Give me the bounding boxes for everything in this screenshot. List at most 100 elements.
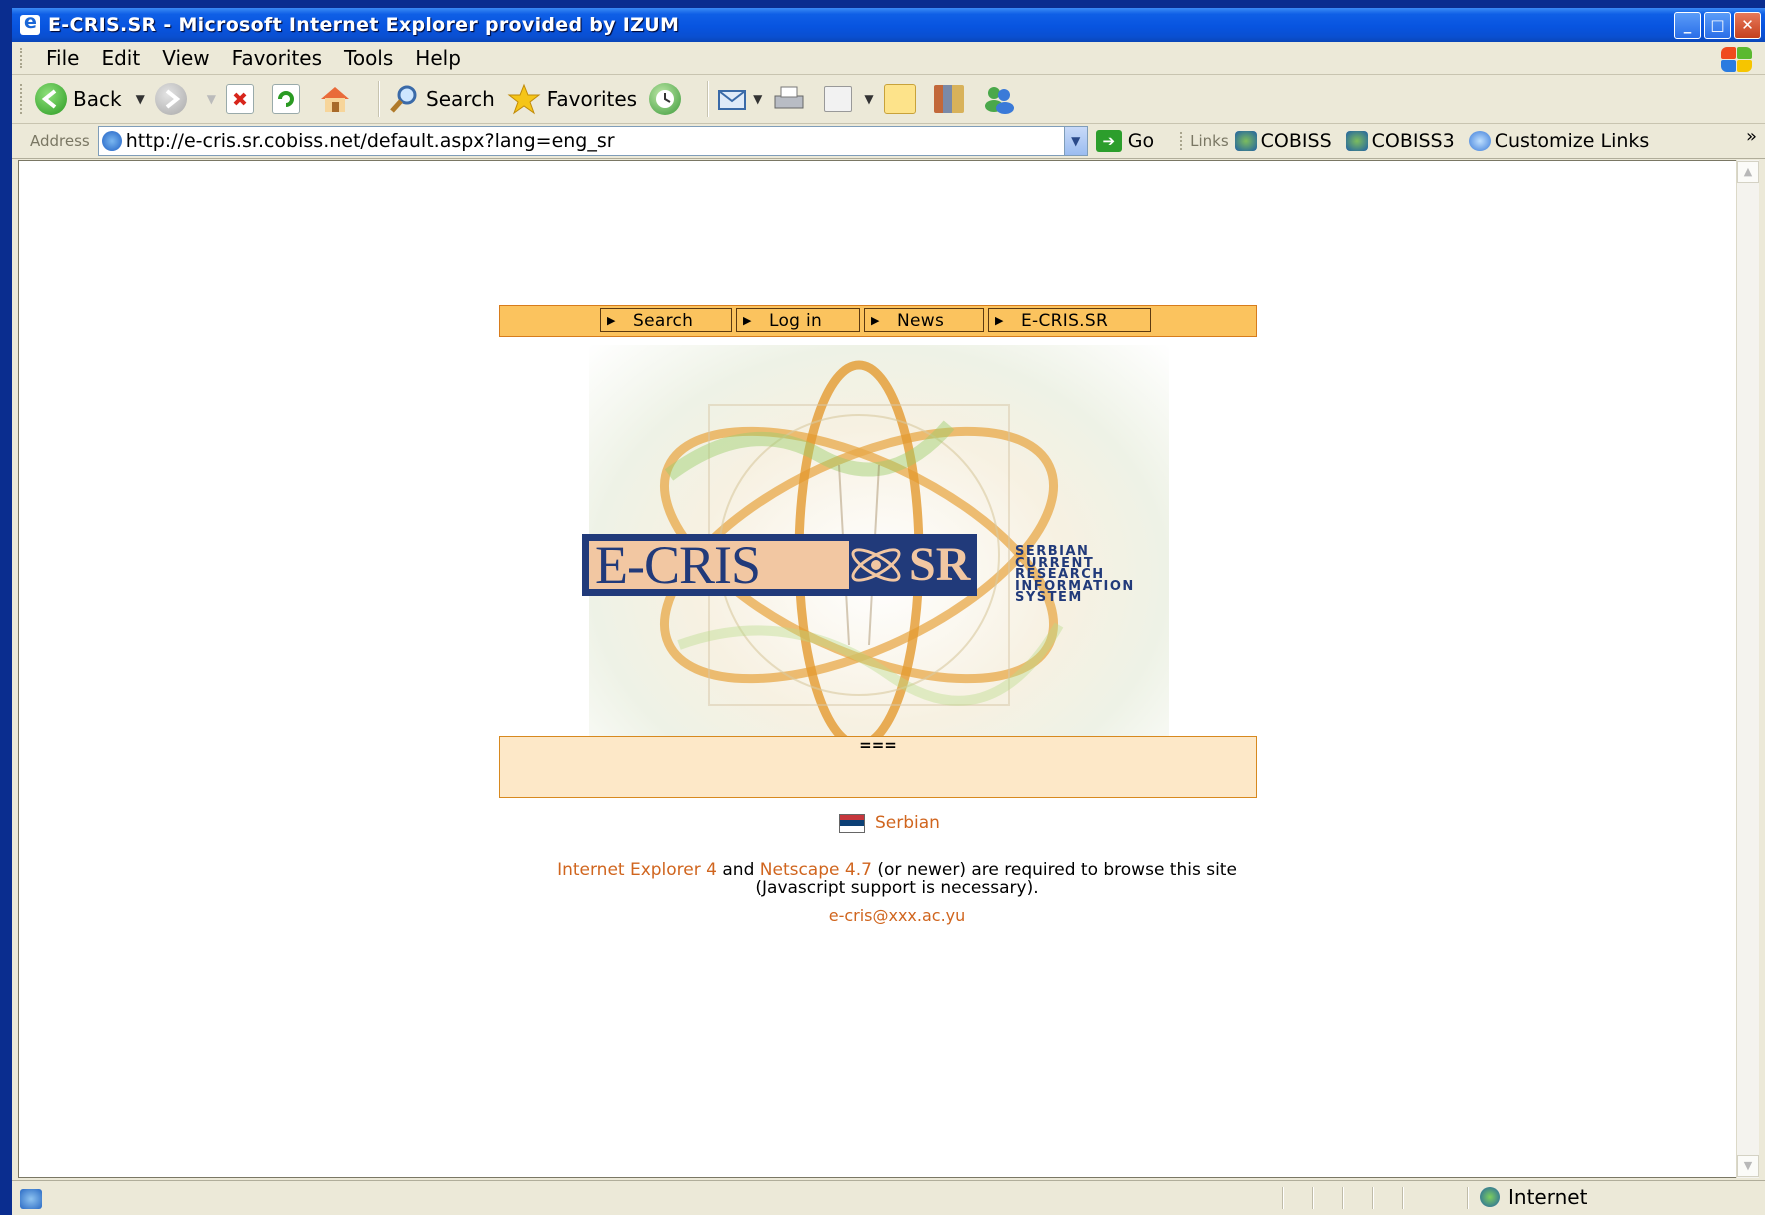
mail-dropdown-icon[interactable]: ▼ xyxy=(753,92,762,106)
toolbar-grip[interactable] xyxy=(20,48,25,68)
go-button[interactable]: ➔ Go xyxy=(1095,130,1155,152)
refresh-icon xyxy=(272,84,301,114)
email-link[interactable]: e-cris@xxx.ac.yu xyxy=(829,906,966,925)
status-separator xyxy=(1467,1187,1469,1209)
forward-arrow-icon xyxy=(154,83,187,115)
links-overflow-icon[interactable]: » xyxy=(1746,126,1757,147)
back-label: Back xyxy=(73,87,122,111)
address-dropdown-icon[interactable]: ▼ xyxy=(1063,127,1087,155)
forward-dropdown-icon[interactable]: ▼ xyxy=(207,92,216,106)
nav-search[interactable]: ▶ Search xyxy=(600,308,732,332)
menu-help[interactable]: Help xyxy=(404,46,472,70)
page-icon xyxy=(101,131,122,151)
mail-button[interactable] xyxy=(717,85,755,113)
minimize-button[interactable]: _ xyxy=(1674,12,1701,39)
link-customize[interactable]: Customize Links xyxy=(1468,130,1649,152)
vertical-scrollbar[interactable]: ▲ ▼ xyxy=(1736,160,1759,1178)
research-icon xyxy=(933,85,964,113)
favorites-button[interactable]: Favorites xyxy=(507,83,637,115)
nav-login[interactable]: ▶ Log in xyxy=(736,308,860,332)
nav-ecris[interactable]: ▶ E-CRIS.SR xyxy=(988,308,1151,332)
security-zone[interactable]: Internet xyxy=(1480,1185,1587,1209)
requirements-line2: (Javascript support is necessary). xyxy=(755,878,1039,898)
link-cobiss-label: COBISS xyxy=(1260,130,1332,152)
history-icon xyxy=(649,83,682,115)
status-separator xyxy=(1312,1187,1314,1209)
link-cobiss3-label: COBISS3 xyxy=(1371,130,1455,152)
address-input[interactable]: http://e-cris.sr.cobiss.net/default.aspx… xyxy=(97,126,1088,156)
nav-news-label: News xyxy=(897,311,945,331)
research-button[interactable] xyxy=(933,85,970,113)
browser-window: E-CRIS.SR - Microsoft Internet Explorer … xyxy=(12,8,1765,1215)
mail-icon xyxy=(717,85,749,113)
toolbar-grip[interactable] xyxy=(20,84,25,114)
link-cobiss[interactable]: COBISS xyxy=(1234,130,1332,152)
print-button[interactable] xyxy=(772,84,812,114)
close-button[interactable]: ✕ xyxy=(1734,12,1761,39)
home-icon xyxy=(318,84,352,114)
messenger-button[interactable] xyxy=(982,84,1022,114)
go-arrow-icon: ➔ xyxy=(1095,130,1122,152)
edit-button[interactable] xyxy=(824,86,858,112)
cobiss3-icon xyxy=(1345,131,1368,151)
title-bar[interactable]: E-CRIS.SR - Microsoft Internet Explorer … xyxy=(12,8,1765,42)
window-title: E-CRIS.SR - Microsoft Internet Explorer … xyxy=(48,14,680,36)
back-button[interactable]: Back xyxy=(35,83,122,115)
address-bar: Address http://e-cris.sr.cobiss.net/defa… xyxy=(12,124,1765,159)
star-icon xyxy=(507,83,541,115)
edit-icon xyxy=(824,86,853,112)
nav-arrow-icon: ▶ xyxy=(607,314,616,327)
links-label[interactable]: Links xyxy=(1180,132,1229,150)
window-controls: _ □ ✕ xyxy=(1674,12,1761,39)
browser-requirements: Internet Explorer 4 and Netscape 4.7 (or… xyxy=(499,861,1295,897)
refresh-button[interactable] xyxy=(272,84,306,114)
menu-file[interactable]: File xyxy=(35,46,90,70)
serbian-flag-icon xyxy=(839,813,865,833)
menu-tools[interactable]: Tools xyxy=(333,46,404,70)
scroll-up-icon[interactable]: ▲ xyxy=(1737,161,1759,183)
go-label: Go xyxy=(1127,130,1155,152)
tagline-line: SYSTEM xyxy=(1015,590,1083,605)
internet-globe-icon xyxy=(1480,1187,1500,1207)
netscape-link[interactable]: Netscape 4.7 xyxy=(760,860,872,880)
ie-page-icon xyxy=(1468,131,1491,151)
scroll-down-icon[interactable]: ▼ xyxy=(1737,1155,1759,1177)
menu-edit[interactable]: Edit xyxy=(90,46,151,70)
status-separator xyxy=(1342,1187,1344,1209)
menu-favorites[interactable]: Favorites xyxy=(221,46,333,70)
menu-view[interactable]: View xyxy=(151,46,220,70)
maximize-button[interactable]: □ xyxy=(1704,12,1731,39)
requirements-and: and xyxy=(722,860,755,880)
nav-search-label: Search xyxy=(633,311,694,331)
nav-news[interactable]: ▶ News xyxy=(864,308,984,332)
link-cobiss3[interactable]: COBISS3 xyxy=(1345,130,1455,152)
zone-label: Internet xyxy=(1508,1185,1588,1209)
windows-logo-icon xyxy=(1715,44,1755,72)
nav-arrow-icon: ▶ xyxy=(995,314,1004,327)
toolbar-separator xyxy=(707,81,710,117)
back-dropdown-icon[interactable]: ▼ xyxy=(136,92,145,106)
language-link[interactable]: Serbian xyxy=(875,813,940,833)
nav-login-label: Log in xyxy=(769,311,823,331)
forward-button[interactable] xyxy=(154,83,193,115)
note-icon xyxy=(883,84,916,114)
edit-dropdown-icon[interactable]: ▼ xyxy=(864,92,873,106)
ie-link[interactable]: Internet Explorer 4 xyxy=(557,860,717,880)
home-button[interactable] xyxy=(318,84,358,114)
search-button[interactable]: Search xyxy=(388,83,495,115)
discuss-button[interactable] xyxy=(883,84,922,114)
status-separator xyxy=(1372,1187,1374,1209)
stop-button[interactable] xyxy=(226,84,260,114)
logo-sr-text: SR xyxy=(909,538,971,591)
page-content: ▶ Search ▶ Log in ▶ News ▶ E-CRIS.SR E-C… xyxy=(18,160,1738,1178)
messenger-icon xyxy=(982,84,1016,114)
nav-arrow-icon: ▶ xyxy=(871,314,880,327)
message-separator: === xyxy=(859,736,897,754)
history-button[interactable] xyxy=(649,83,687,115)
nav-ecris-label: E-CRIS.SR xyxy=(1021,311,1109,331)
address-url[interactable]: http://e-cris.sr.cobiss.net/default.aspx… xyxy=(126,130,615,152)
logo-wordmark: E-CRIS SR xyxy=(582,534,977,596)
site-nav: ▶ Search ▶ Log in ▶ News ▶ E-CRIS.SR xyxy=(499,305,1257,337)
language-switch[interactable]: Serbian xyxy=(839,813,940,833)
ecris-logo: E-CRIS SR SERBIAN CURRENT RESEARCH INFOR… xyxy=(582,345,1169,765)
